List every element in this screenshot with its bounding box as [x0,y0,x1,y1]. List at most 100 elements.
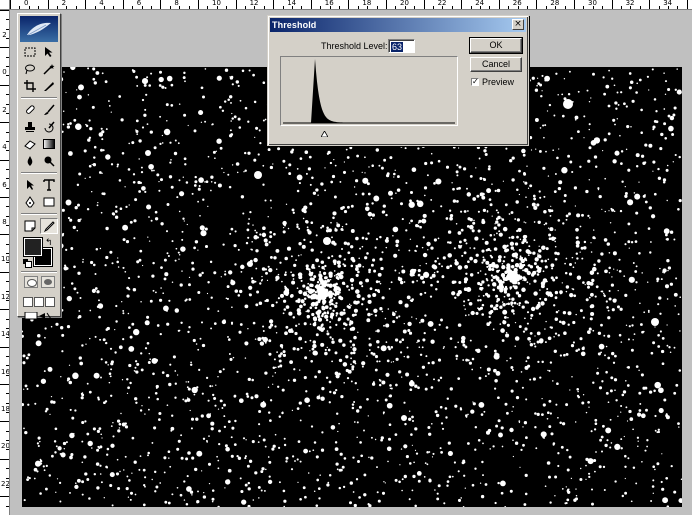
ruler-tick [94,6,96,9]
ruler-tick [6,486,9,488]
ruler-tick [668,6,669,9]
ruler-tick [508,6,510,9]
ruler-tick [0,234,9,236]
ruler-top-label: 8 [174,0,179,7]
magic-wand-tool-icon[interactable] [40,61,58,77]
path-selection-tool-icon[interactable] [21,177,39,193]
lasso-tool-icon[interactable] [21,61,39,77]
gradient-tool-icon[interactable] [40,136,58,152]
dialog-title: Threshold [272,20,317,30]
ruler-tick [451,6,453,9]
preview-checkbox[interactable]: ✓ [471,78,479,86]
jump-to-imageready-icon[interactable] [23,311,53,320]
ok-button[interactable]: OK [469,37,523,54]
ruler-tick [6,28,9,30]
ruler-tick [6,440,9,442]
tool-separator [21,97,57,99]
ruler-tick [19,6,21,9]
ruler-tick [6,290,9,292]
notes-tool-icon[interactable] [21,218,39,234]
clone-stamp-tool-icon[interactable] [21,119,39,135]
ruler-tick [245,6,246,9]
ruler-tick [517,6,519,9]
dodge-tool-icon[interactable] [40,153,58,169]
ruler-tick [122,0,124,9]
standard-screen-mode-button[interactable] [23,297,33,307]
ruler-tick [545,6,547,9]
toolbox-header[interactable] [20,16,58,42]
threshold-level-label: Threshold Level: [321,41,388,51]
default-colors-icon[interactable] [23,259,32,268]
ruler-tick [113,6,115,9]
foreground-color-swatch[interactable] [23,237,43,257]
threshold-level-input[interactable]: 63 [388,39,415,53]
dialog-titlebar[interactable]: Threshold × [270,18,526,32]
ruler-tick [85,0,87,9]
ruler-top[interactable]: 0 2 4 6 8 10 12 14 16 18 20 22 24 26 28 30 32 34 [10,0,692,10]
ruler-tick [6,168,9,170]
ruler-tick [489,6,491,9]
eraser-tool-icon[interactable] [21,136,39,152]
slice-tool-icon[interactable] [40,78,58,94]
ruler-tick [47,0,49,9]
ruler-tick [339,6,340,9]
ruler-tick [66,6,68,9]
pen-tool-icon[interactable] [21,194,39,210]
ruler-tick [0,421,9,423]
ruler-tick [574,0,575,9]
ruler-tick [198,0,199,9]
crop-tool-icon[interactable] [21,78,39,94]
threshold-dialog[interactable]: Threshold × Threshold Level: 63 OK Cance… [267,15,529,146]
histogram [283,59,455,124]
ruler-tick [592,6,594,9]
standard-mode-button[interactable] [24,276,38,288]
ruler-tick [6,66,9,68]
ruler-left[interactable]: 2024681012141618202224 [0,10,10,515]
blur-tool-icon[interactable] [21,153,39,169]
ruler-tick [0,309,9,311]
ruler-tick [292,6,293,9]
ruler-tick [57,6,58,9]
ruler-tick [423,0,425,9]
ruler-tick [6,355,9,357]
ruler-tick [6,477,9,479]
ruler-tick [6,75,9,77]
toolbox-panel[interactable]: ↰ [17,13,61,320]
ruler-tick [6,402,9,404]
ruler-tick [6,299,9,301]
full-screen-mode-button[interactable] [45,297,55,307]
ruler-tick [0,197,9,198]
ruler-tick [555,6,557,9]
ruler-tick [433,6,434,9]
ruler-tick [6,150,9,152]
move-tool-icon[interactable] [40,44,58,60]
ruler-tick [6,365,9,367]
ruler-tick [38,6,40,9]
swap-colors-icon[interactable]: ↰ [45,238,53,247]
ruler-tick [6,131,9,133]
quick-mask-mode-button[interactable] [41,276,55,288]
ruler-tick [254,6,256,9]
ruler-tick [564,6,566,9]
marquee-tool-icon[interactable] [21,44,39,60]
ruler-tick [686,0,688,9]
threshold-slider-handle[interactable] [320,128,329,138]
shape-tool-icon[interactable] [40,194,58,210]
ruler-tick [263,6,265,9]
ruler-tick [611,0,613,9]
history-brush-tool-icon[interactable] [40,119,58,135]
brush-tool-icon[interactable] [40,102,58,118]
ruler-tick [6,243,9,245]
eyedropper-tool-icon[interactable] [40,218,58,234]
ruler-tick [188,6,190,9]
ruler-corner [0,0,10,10]
type-tool-icon[interactable] [40,177,58,193]
healing-brush-tool-icon[interactable] [21,102,39,118]
close-icon[interactable]: × [512,19,524,30]
ruler-tick [658,6,660,9]
ruler-tick [10,0,11,9]
ruler-tick [621,6,622,9]
ruler-tick [0,159,9,161]
full-screen-menu-mode-button[interactable] [34,297,44,307]
cancel-button[interactable]: Cancel [470,57,522,72]
